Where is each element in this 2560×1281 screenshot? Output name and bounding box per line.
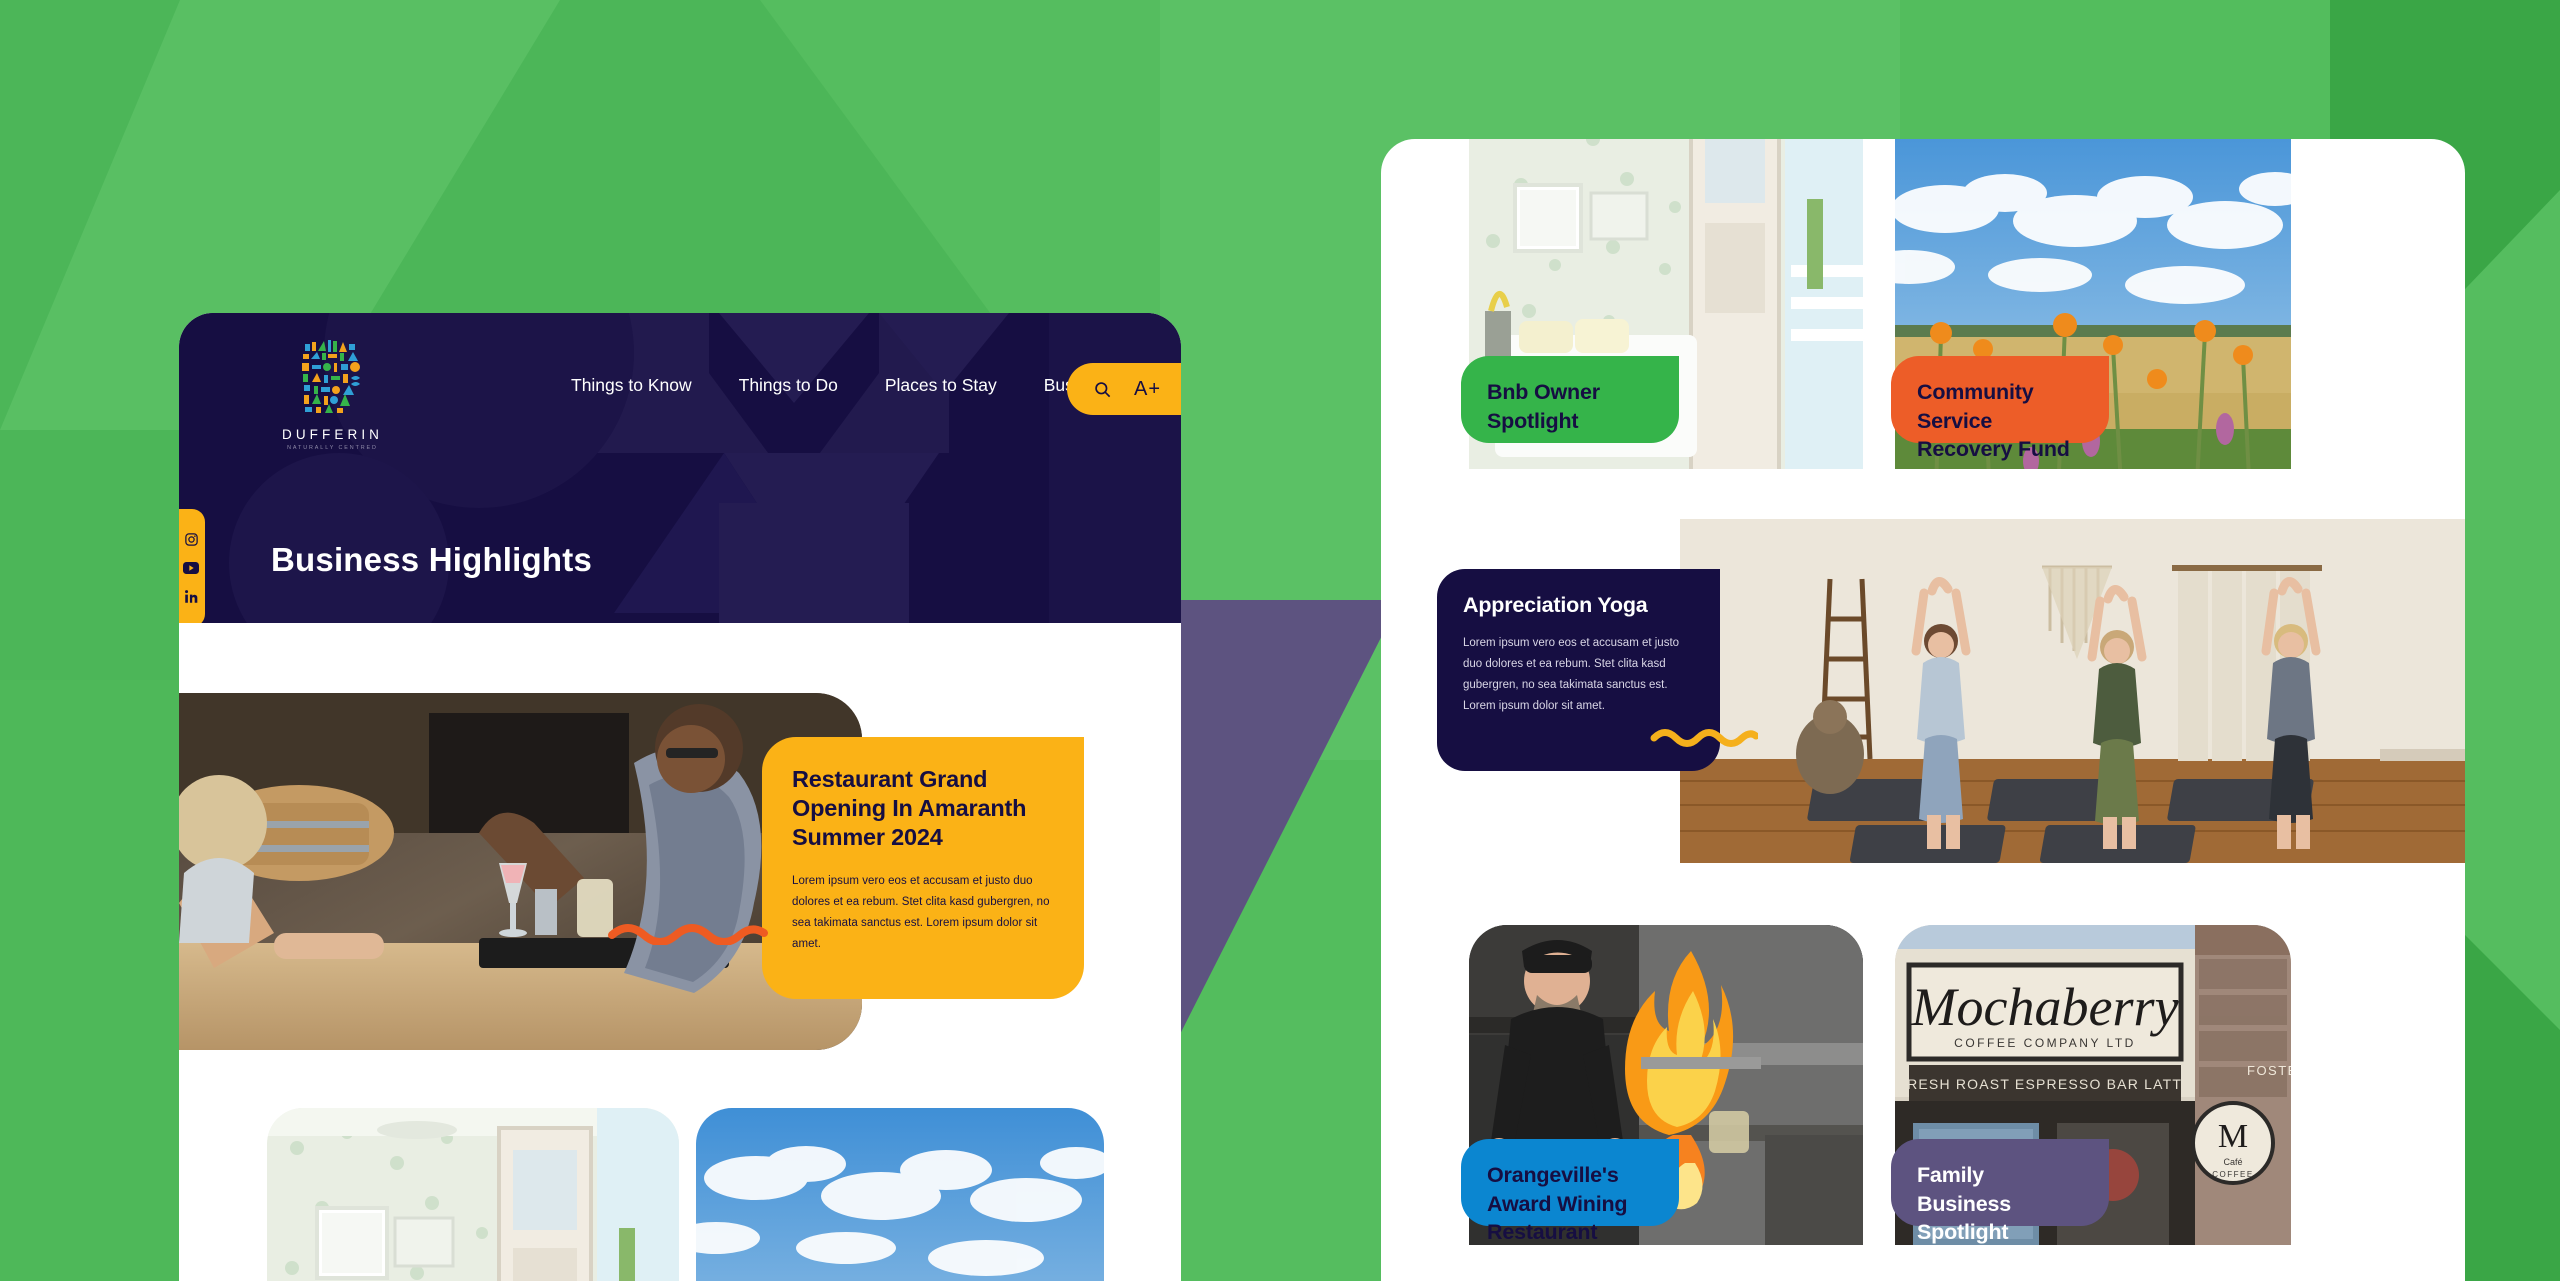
- left-browser-panel: DUFFERIN NATURALLY CENTRED Things to Kno…: [179, 313, 1181, 1281]
- card-title: Community Service Recovery Fund: [1917, 380, 2070, 462]
- text-size-button[interactable]: A+: [1134, 378, 1161, 401]
- brand-logo[interactable]: DUFFERIN NATURALLY CENTRED: [270, 338, 395, 451]
- svg-text:FOSTER: FOSTER: [2247, 1063, 2291, 1078]
- card-community-service-recovery-fund[interactable]: Community Service Recovery Fund: [1891, 356, 2109, 461]
- card-title: Orangeville's Award Wining Restaurant: [1487, 1163, 1628, 1245]
- utility-pill: A+: [1067, 363, 1181, 415]
- card-title: Appreciation Yoga: [1463, 593, 1648, 617]
- card-body: Lorem ipsum vero eos et accusam et justo…: [1463, 636, 1680, 713]
- site-header: DUFFERIN NATURALLY CENTRED Things to Kno…: [179, 313, 1181, 623]
- brand-name: DUFFERIN: [281, 427, 384, 442]
- nav-item-things-to-know[interactable]: Things to Know: [571, 375, 692, 396]
- three-women-yoga-studio-image: [1680, 519, 2465, 863]
- youtube-icon[interactable]: [183, 562, 199, 574]
- hero-image: [179, 693, 862, 1050]
- card-title: Family Business Spotlight: [1917, 1163, 2011, 1245]
- hero-card-body: Lorem ipsum vero eos et accusam et justo…: [792, 874, 1050, 951]
- sub-image-bnb-bedroom: [267, 1108, 679, 1281]
- svg-text:Mochaberry: Mochaberry: [1911, 977, 2179, 1037]
- svg-text:FRESH ROAST ESPRESSO BAR LATTE: FRESH ROAST ESPRESSO BAR LATTE: [1897, 1076, 2192, 1092]
- hero-feature-card[interactable]: Restaurant Grand Opening In Amaranth Sum…: [608, 737, 1084, 999]
- linkedin-icon[interactable]: [184, 589, 199, 604]
- orange-squiggle-icon: [608, 924, 768, 945]
- page-title: Business Highlights: [271, 541, 593, 578]
- card-image-bnb-owner: [1469, 139, 1863, 519]
- sub-image-wildflower-field: [696, 1108, 1104, 1281]
- nav-item-places-to-stay[interactable]: Places to Stay: [885, 375, 997, 396]
- card-title: Bnb Owner Spotlight: [1487, 380, 1600, 433]
- svg-text:M: M: [2218, 1118, 2248, 1155]
- search-icon[interactable]: [1093, 380, 1112, 399]
- bnb-bedroom-interior-image: [267, 1108, 679, 1281]
- nav-item-things-to-do[interactable]: Things to Do: [739, 375, 838, 396]
- svg-text:COFFEE COMPANY LTD: COFFEE COMPANY LTD: [1954, 1036, 2136, 1050]
- dufferin-d-logo-icon: [301, 340, 360, 413]
- right-content-panel: Bnb Owner Spotlight Community Service Re…: [1381, 139, 2465, 1281]
- amber-squiggle-icon: [1650, 729, 1758, 747]
- card-bnb-owner-spotlight[interactable]: Bnb Owner Spotlight: [1461, 356, 1679, 443]
- hero-card-title: Restaurant Grand Opening In Amaranth Sum…: [792, 766, 1027, 850]
- card-appreciation-yoga[interactable]: Appreciation Yoga Lorem ipsum vero eos e…: [1437, 569, 1758, 771]
- wildflower-field-landscape-image: [696, 1108, 1104, 1281]
- card-orangeville-award-wining-restaurant[interactable]: Orangeville's Award Wining Restaurant: [1461, 1139, 1679, 1244]
- left-panel-body: Restaurant Grand Opening In Amaranth Sum…: [179, 623, 1181, 1281]
- svg-text:COFFEE: COFFEE: [2212, 1170, 2253, 1179]
- brand-tagline: NATURALLY CENTRED: [287, 445, 378, 451]
- instagram-icon[interactable]: [184, 532, 199, 547]
- bartender-mixing-cocktail-image: [179, 693, 862, 1050]
- bnb-bedroom-interior-image: [1469, 139, 1863, 519]
- card-image-appreciation-yoga: [1680, 519, 2465, 863]
- row-divider: [1381, 469, 2465, 519]
- svg-text:Café: Café: [2223, 1157, 2242, 1167]
- social-rail: [179, 509, 205, 623]
- card-family-business-spotlight[interactable]: Family Business Spotlight: [1891, 1139, 2109, 1244]
